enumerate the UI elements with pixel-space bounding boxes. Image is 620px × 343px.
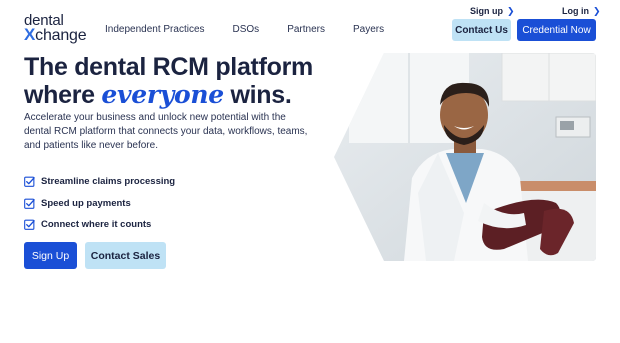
sign-up-button[interactable]: Sign Up (24, 242, 77, 269)
nav-item-payers[interactable]: Payers (353, 24, 384, 35)
nav-item-partners[interactable]: Partners (287, 24, 325, 35)
hero-title-where: where (24, 81, 95, 109)
feature-label: Speed up payments (41, 197, 131, 209)
signup-link[interactable]: Sign up ❯ (470, 6, 515, 17)
nav-item-independent-practices[interactable]: Independent Practices (105, 24, 205, 35)
nav-item-dsos[interactable]: DSOs (233, 24, 260, 35)
feature-label: Streamline claims processing (41, 176, 176, 188)
hero-image-dentist (334, 53, 596, 261)
chevron-right-icon: ❯ (593, 6, 601, 16)
logo-x: X (24, 25, 36, 44)
checkbox-check-icon (24, 198, 35, 209)
hero-description: Accelerate your business and unlock new … (24, 112, 308, 151)
feature-item: Connect where it counts (24, 214, 175, 236)
feature-label: Connect where it counts (41, 219, 152, 231)
dentist-photo-illustration (334, 53, 596, 261)
main-nav: Independent Practices DSOs Partners Paye… (105, 24, 412, 35)
login-link[interactable]: Log in ❯ (562, 6, 601, 17)
feature-item: Streamline claims processing (24, 171, 175, 193)
chevron-right-icon: ❯ (507, 6, 515, 16)
dentalxchange-logo[interactable]: dental Xchange (24, 13, 87, 44)
feature-list: Streamline claims processing Speed up pa… (24, 171, 175, 236)
hero-title-emphasis: everyone (101, 80, 224, 109)
signup-link-label: Sign up (470, 6, 503, 16)
hero-title-line1: The dental RCM platform (24, 53, 313, 81)
hero-title: The dental RCM platform where everyone w… (24, 54, 313, 109)
logo-line2: change (35, 27, 87, 44)
checkbox-check-icon (24, 176, 35, 188)
credential-now-button[interactable]: Credential Now (517, 19, 596, 41)
contact-sales-button[interactable]: Contact Sales (85, 242, 166, 269)
checkbox-check-icon (24, 219, 35, 231)
hero-title-end: wins. (230, 81, 292, 109)
contact-us-button[interactable]: Contact Us (452, 19, 511, 41)
feature-item: Speed up payments (24, 193, 175, 215)
login-link-label: Log in (562, 6, 589, 16)
